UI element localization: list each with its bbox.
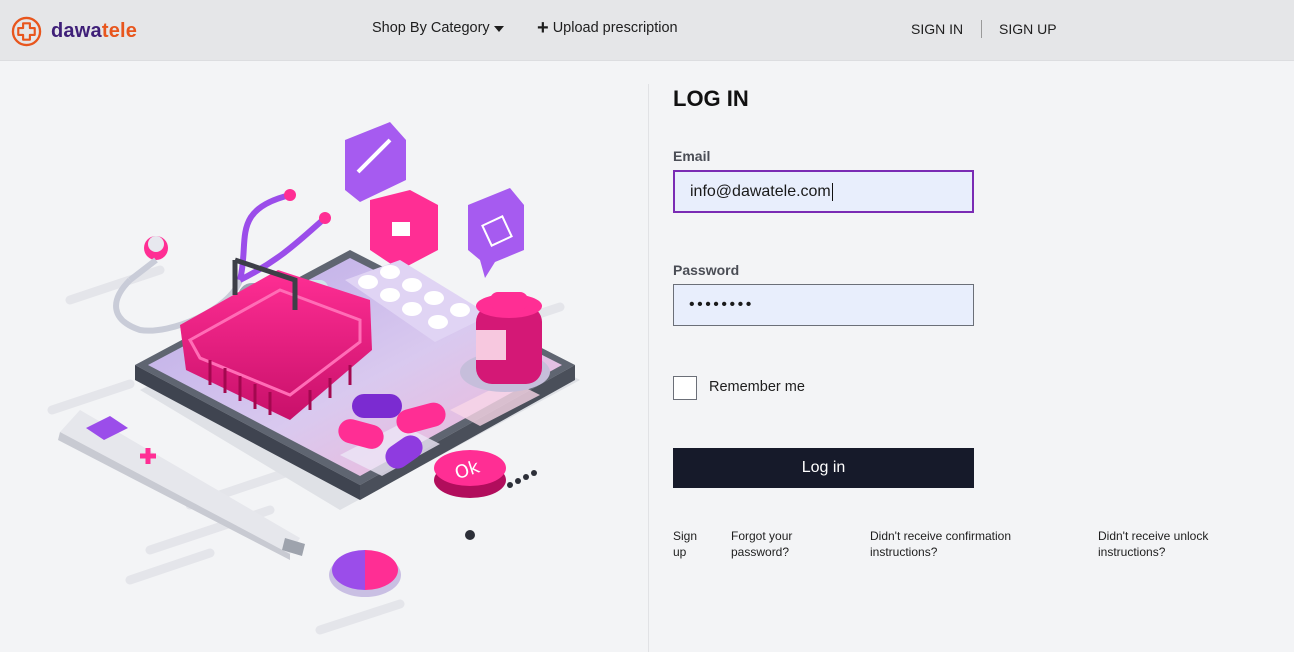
email-field[interactable]: info@dawatele.com <box>673 170 974 213</box>
pharmacy-illustration: Ok <box>47 122 580 635</box>
login-button[interactable]: Log in <box>673 448 974 488</box>
password-field[interactable]: •••••••• <box>673 284 974 326</box>
shop-by-category-label: Shop By Category <box>372 20 490 36</box>
unlock-instructions-link[interactable]: Didn't receive unlock instructions? <box>1098 528 1238 560</box>
sign-up-link[interactable]: SIGN UP <box>999 21 1057 37</box>
remember-me-label[interactable]: Remember me <box>709 379 805 395</box>
upload-prescription-link[interactable]: + Upload prescription <box>537 17 678 39</box>
remember-me-checkbox[interactable] <box>673 376 697 400</box>
page-title: LOG IN <box>673 86 749 111</box>
plus-circle-icon <box>11 16 42 46</box>
email-value: info@dawatele.com <box>690 182 831 200</box>
brand-name: dawatele <box>51 19 138 42</box>
text-cursor <box>831 182 833 201</box>
upload-prescription-label: Upload prescription <box>552 20 678 36</box>
shop-by-category-dropdown[interactable]: Shop By Category <box>372 20 504 36</box>
confirmation-instructions-link[interactable]: Didn't receive confirmation instructions… <box>870 528 1045 560</box>
plus-icon: + <box>537 17 549 39</box>
vertical-divider <box>648 84 649 652</box>
password-value: •••••••• <box>689 296 754 313</box>
top-navbar: dawatele Shop By Category + Upload presc… <box>0 0 1294 61</box>
sign-in-link[interactable]: SIGN IN <box>911 21 963 37</box>
brand-logo[interactable]: dawatele <box>11 14 137 48</box>
forgot-password-link[interactable]: Forgot your password? <box>731 528 821 560</box>
nav-separator <box>981 20 982 38</box>
caret-down-icon <box>493 26 504 32</box>
sign-up-link-bottom[interactable]: Sign up <box>673 528 713 560</box>
email-label: Email <box>673 148 711 164</box>
password-label: Password <box>673 262 740 278</box>
